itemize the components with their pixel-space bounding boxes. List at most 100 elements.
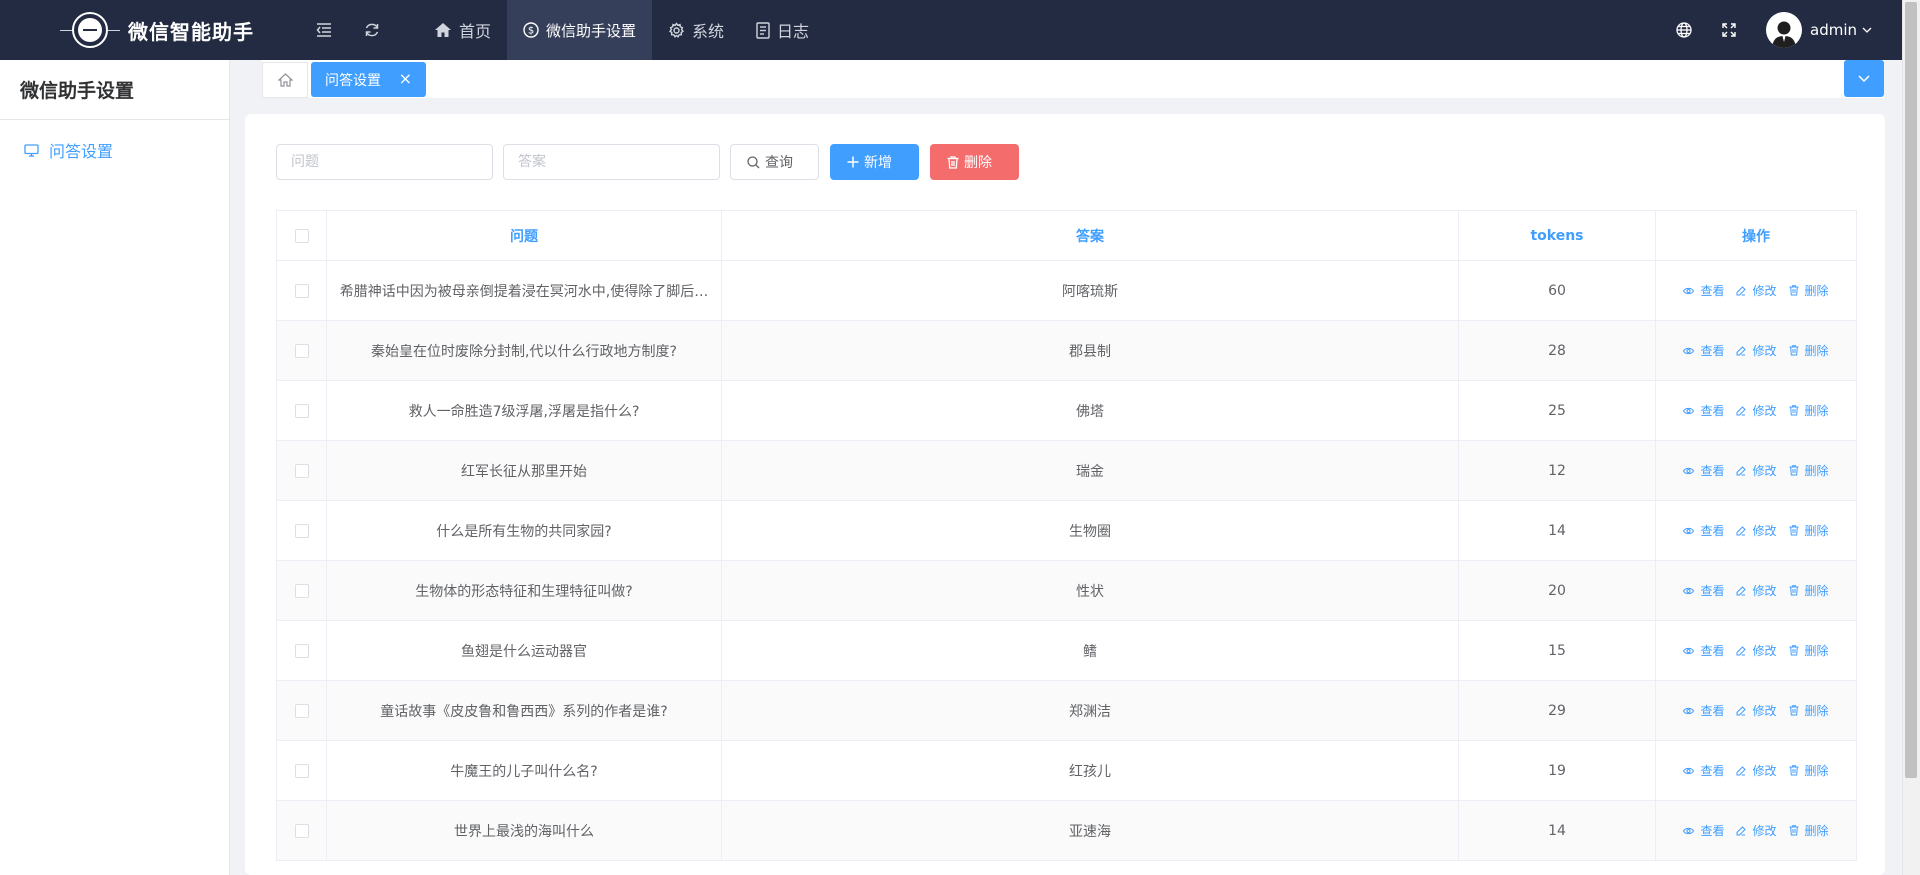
row-select-cell — [276, 560, 327, 621]
chevron-down-icon[interactable] — [1862, 27, 1872, 33]
table-row[interactable]: 救人一命胜造7级浮屠,浮屠是指什么? 佛塔 25 查看 修改 删除 — [276, 380, 1857, 441]
delete-link[interactable]: 删除 — [1789, 582, 1829, 599]
row-checkbox[interactable] — [294, 343, 309, 358]
edit-link[interactable]: 修改 — [1736, 402, 1777, 419]
cell-question: 救人一命胜造7级浮屠,浮屠是指什么? — [326, 380, 722, 441]
edit-link[interactable]: 修改 — [1736, 342, 1777, 359]
header-question[interactable]: 问题 — [326, 210, 722, 261]
fullscreen-icon[interactable] — [1722, 23, 1736, 37]
edit-link[interactable]: 修改 — [1736, 642, 1777, 659]
app-logo: 微信智能助手 — [60, 0, 254, 60]
view-label: 查看 — [1700, 704, 1725, 718]
tab-home[interactable] — [262, 62, 308, 98]
delete-link[interactable]: 删除 — [1789, 522, 1829, 539]
sidebar-item-qa-settings[interactable]: 问答设置 — [0, 120, 229, 180]
table-row[interactable]: 鱼翅是什么运动器官鳍 15 查看 修改 删除 — [276, 620, 1857, 681]
nav-item-system[interactable]: 系统 — [652, 0, 740, 60]
view-link[interactable]: 查看 — [1683, 522, 1724, 539]
row-checkbox[interactable] — [294, 823, 309, 838]
view-link[interactable]: 查看 — [1683, 582, 1724, 599]
delete-label: 删除 — [1804, 644, 1829, 658]
view-link[interactable]: 查看 — [1683, 822, 1724, 839]
nav-item-log[interactable]: 日志 — [740, 0, 825, 60]
delete-link[interactable]: 删除 — [1789, 822, 1829, 839]
select-all-checkbox[interactable] — [294, 228, 309, 243]
view-link[interactable]: 查看 — [1683, 762, 1724, 779]
filter-bar: 查询 新增 删除 — [276, 144, 1030, 180]
row-select-cell — [276, 800, 327, 861]
language-icon[interactable] — [1676, 22, 1692, 38]
edit-label: 修改 — [1752, 704, 1777, 718]
delete-link[interactable]: 删除 — [1789, 702, 1829, 719]
edit-icon — [1736, 705, 1749, 716]
scrollbar-thumb[interactable] — [1905, 2, 1917, 778]
avatar[interactable] — [1766, 12, 1802, 48]
delete-link[interactable]: 删除 — [1789, 282, 1829, 299]
edit-link[interactable]: 修改 — [1736, 762, 1777, 779]
table-row[interactable]: 什么是所有生物的共同家园? 生物圈 14 查看 修改 删除 — [276, 500, 1857, 561]
row-select-cell — [276, 620, 327, 681]
view-link[interactable]: 查看 — [1683, 342, 1724, 359]
table-row[interactable]: 牛魔王的儿子叫什么名? 红孩儿 19 查看 修改 删除 — [276, 740, 1857, 801]
edit-link[interactable]: 修改 — [1736, 522, 1777, 539]
view-link[interactable]: 查看 — [1683, 702, 1724, 719]
collapse-menu-icon[interactable] — [312, 18, 336, 42]
row-checkbox[interactable] — [294, 523, 309, 538]
delete-link[interactable]: 删除 — [1789, 462, 1829, 479]
edit-link[interactable]: 修改 — [1736, 282, 1777, 299]
view-link[interactable]: 查看 — [1683, 282, 1724, 299]
add-button[interactable]: 新增 — [830, 144, 919, 180]
table-body: 希腊神话中因为被母亲倒提着浸在冥河水中,使得除了脚后… 阿喀琉斯 60 查看 修改 删除秦… — [276, 260, 1857, 861]
close-icon[interactable]: × — [399, 71, 412, 87]
delete-link[interactable]: 删除 — [1789, 342, 1829, 359]
trash-icon — [1789, 525, 1802, 536]
edit-link[interactable]: 修改 — [1736, 822, 1777, 839]
trash-icon — [1789, 645, 1802, 656]
delete-link[interactable]: 删除 — [1789, 762, 1829, 779]
edit-link[interactable]: 修改 — [1736, 582, 1777, 599]
row-checkbox[interactable] — [294, 463, 309, 478]
table-row[interactable]: 童话故事《皮皮鲁和鲁西西》系列的作者是谁? 郑渊洁 29 查看 修改 删除 — [276, 680, 1857, 741]
search-button[interactable]: 查询 — [730, 144, 819, 180]
nav-item-wechat-settings[interactable]: $ 微信助手设置 — [507, 0, 653, 60]
view-link[interactable]: 查看 — [1683, 402, 1724, 419]
nav-item-home[interactable]: 首页 — [418, 0, 507, 60]
delete-label: 删除 — [1804, 404, 1829, 418]
header-answer[interactable]: 答案 — [721, 210, 1459, 261]
tabs-dropdown-button[interactable] — [1844, 60, 1884, 97]
cell-question: 鱼翅是什么运动器官 — [326, 620, 722, 681]
delete-button-label: 删除 — [964, 155, 992, 171]
row-checkbox[interactable] — [294, 403, 309, 418]
delete-button[interactable]: 删除 — [930, 144, 1019, 180]
view-label: 查看 — [1700, 344, 1725, 358]
table-row[interactable]: 世界上最浅的海叫什么 亚速海 14 查看 修改 删除 — [276, 800, 1857, 861]
header-tokens[interactable]: tokens — [1458, 210, 1656, 261]
row-select-cell — [276, 320, 327, 381]
view-link[interactable]: 查看 — [1683, 462, 1724, 479]
refresh-icon[interactable] — [360, 18, 384, 42]
cell-tokens: 14 — [1458, 800, 1656, 861]
table-row[interactable]: 红军长征从那里开始 瑞金 12 查看 修改 删除 — [276, 440, 1857, 501]
view-link[interactable]: 查看 — [1683, 642, 1724, 659]
delete-link[interactable]: 删除 — [1789, 402, 1829, 419]
cell-tokens: 20 — [1458, 560, 1656, 621]
app-title: 微信智能助手 — [128, 19, 254, 44]
user-name[interactable]: admin — [1810, 21, 1857, 39]
scrollbar[interactable] — [1902, 0, 1920, 875]
row-checkbox[interactable] — [294, 703, 309, 718]
edit-link[interactable]: 修改 — [1736, 462, 1777, 479]
delete-link[interactable]: 删除 — [1789, 642, 1829, 659]
question-search-input[interactable] — [276, 144, 493, 180]
tab-qa-settings[interactable]: 问答设置 × — [311, 62, 426, 97]
table-row[interactable]: 秦始皇在位时废除分封制,代以什么行政地方制度? 郡县制 28 查看 修改 删除 — [276, 320, 1857, 381]
answer-search-input[interactable] — [503, 144, 720, 180]
row-checkbox[interactable] — [294, 643, 309, 658]
table-row[interactable]: 希腊神话中因为被母亲倒提着浸在冥河水中,使得除了脚后… 阿喀琉斯 60 查看 修改 删除 — [276, 260, 1857, 321]
row-checkbox[interactable] — [294, 763, 309, 778]
row-checkbox[interactable] — [294, 283, 309, 298]
table-row[interactable]: 生物体的形态特征和生理特征叫做? 性状 20 查看 修改 删除 — [276, 560, 1857, 621]
edit-link[interactable]: 修改 — [1736, 702, 1777, 719]
cell-tokens: 60 — [1458, 260, 1656, 321]
row-checkbox[interactable] — [294, 583, 309, 598]
sidebar-title: 微信助手设置 — [0, 60, 229, 120]
